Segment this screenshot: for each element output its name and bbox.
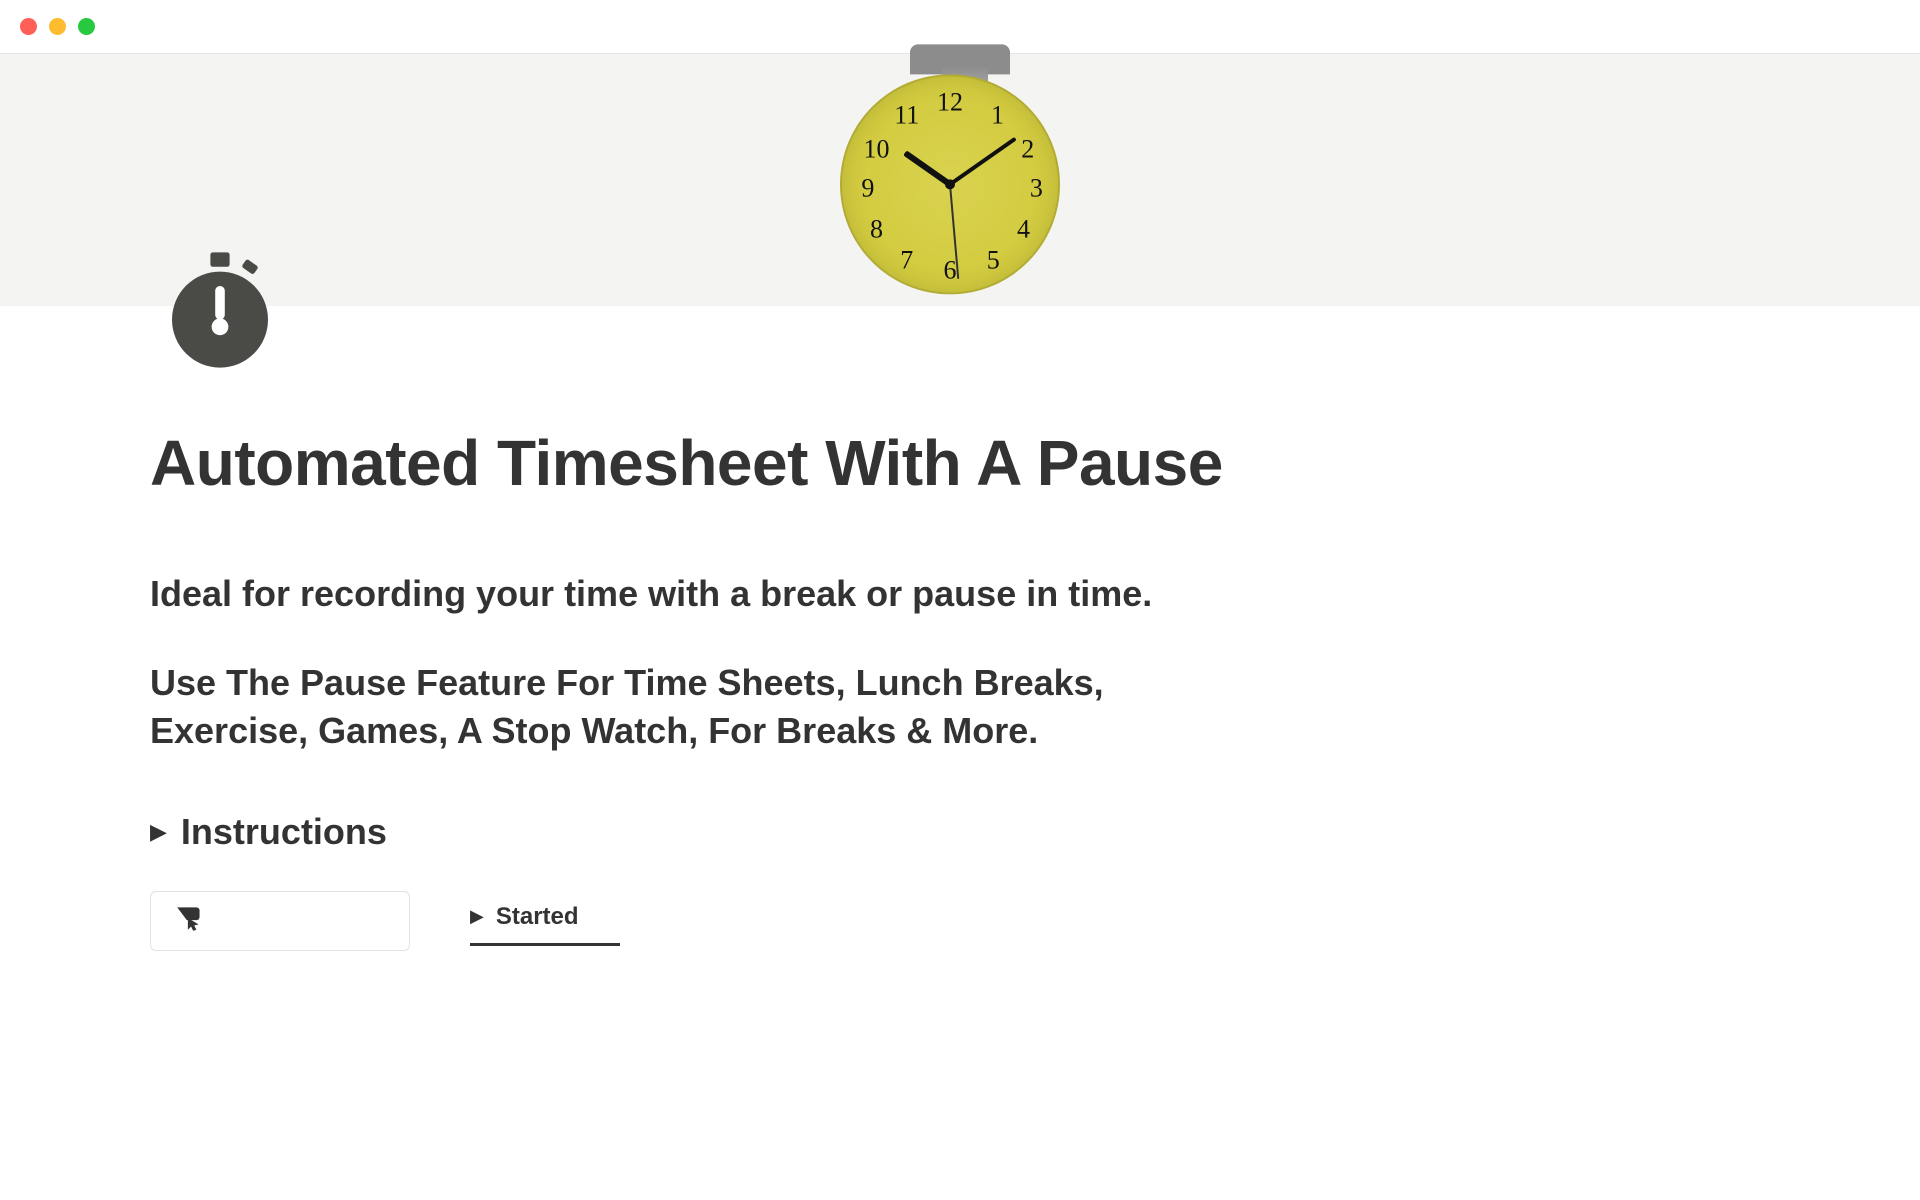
clock-number: 10 xyxy=(864,135,890,165)
cursor-click-icon xyxy=(173,901,207,940)
toggle-instructions[interactable]: ▶ Instructions xyxy=(150,811,1770,853)
clock-number: 6 xyxy=(944,256,957,286)
clock-number: 2 xyxy=(1021,135,1034,165)
toggle-instructions-label: Instructions xyxy=(181,811,387,853)
clock-number: 9 xyxy=(861,174,874,204)
clock-number: 1 xyxy=(991,100,1004,130)
clock-number: 7 xyxy=(900,245,913,275)
hero-clock-illustration: 12 1 2 3 4 5 6 7 8 9 10 11 xyxy=(840,74,1080,314)
play-icon: ▶ xyxy=(470,906,484,927)
page-subtitle-primary: Ideal for recording your time with a bre… xyxy=(150,570,1770,619)
clock-number: 4 xyxy=(1017,215,1030,245)
clock-number: 5 xyxy=(987,245,1000,275)
clock-number: 11 xyxy=(894,100,919,130)
callout-block[interactable] xyxy=(150,891,410,951)
toggle-caret-icon: ▶ xyxy=(150,819,167,845)
clock-number: 12 xyxy=(937,87,963,117)
page-icon-stopwatch[interactable] xyxy=(160,250,280,375)
page-title: Automated Timesheet With A Pause xyxy=(150,426,1770,500)
page-content: Automated Timesheet With A Pause Ideal f… xyxy=(0,306,1920,951)
view-tab-started[interactable]: ▶ Started xyxy=(470,903,620,941)
stopwatch-icon xyxy=(160,357,280,374)
cover-image: 12 1 2 3 4 5 6 7 8 9 10 11 xyxy=(0,54,1920,306)
window-minimize-button[interactable] xyxy=(49,18,66,35)
clock-face: 12 1 2 3 4 5 6 7 8 9 10 11 xyxy=(840,74,1060,294)
clock-number: 3 xyxy=(1030,174,1043,204)
active-tab-underline xyxy=(470,943,620,946)
window-maximize-button[interactable] xyxy=(78,18,95,35)
database-view-tabs: ▶ Started xyxy=(470,891,620,946)
window-close-button[interactable] xyxy=(20,18,37,35)
page-subtitle-secondary: Use The Pause Feature For Time Sheets, L… xyxy=(150,659,1250,756)
clock-number: 8 xyxy=(870,215,883,245)
view-tab-label: Started xyxy=(496,903,579,931)
